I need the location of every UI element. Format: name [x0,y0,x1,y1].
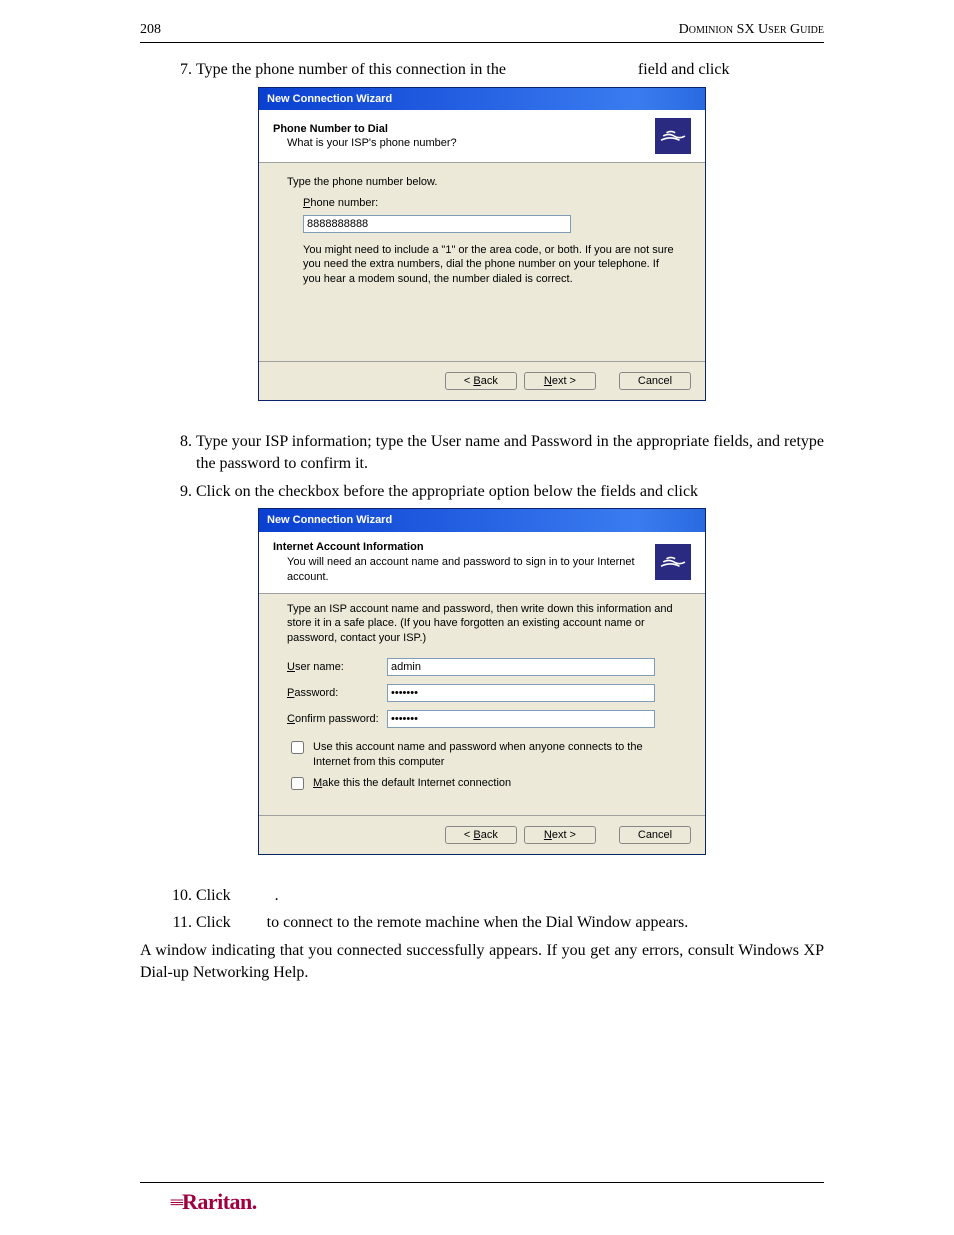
step-7-text-b: field and click [638,61,730,78]
step-11-text-a: Click [196,914,231,931]
logo-text: Raritan. [182,1189,257,1214]
step-11: Click to connect to the remote machine w… [196,912,824,934]
wizard-header-subtitle: You will need an account name and passwo… [273,555,655,585]
step-7-text-a: Type the phone number of this connection… [196,61,506,78]
step-7: Type the phone number of this connection… [196,59,824,81]
step-9: Click on the checkbox before the appropr… [196,481,824,503]
phone-number-label: hone number: [310,197,378,209]
use-account-checkbox[interactable] [291,741,304,754]
step-11-text-b: to connect to the remote machine when th… [267,914,689,931]
username-label: ser name: [295,661,344,673]
back-button[interactable]: < Back [445,826,517,844]
step-10-text-b: . [275,887,279,904]
guide-title: Dominion SX User Guide [679,22,824,38]
next-button[interactable]: Next > [524,826,596,844]
wizard-instruction: Type an ISP account name and password, t… [287,602,677,647]
default-connection-label: Make this the default Internet connectio… [313,776,511,791]
confirm-password-label: onfirm password: [295,713,379,725]
after-text: A window indicating that you connected s… [140,940,824,983]
phone-number-input[interactable] [303,215,571,233]
page-number: 208 [140,22,161,38]
wizard-instruction: Type the phone number below. [287,175,677,190]
raritan-logo: ≡≡Raritan. [170,1189,257,1215]
next-button[interactable]: Next > [524,372,596,390]
cancel-button[interactable]: Cancel [619,372,691,390]
cancel-button[interactable]: Cancel [619,826,691,844]
use-account-label: Use this account name and password when … [313,740,677,770]
back-button[interactable]: < Back [445,372,517,390]
wizard-phone-number: New Connection Wizard Phone Number to Di… [258,87,706,402]
step-10-text-a: Click [196,887,231,904]
wizard-note: You might need to include a "1" or the a… [303,243,677,286]
wizard-header-title: Internet Account Information [273,540,655,555]
default-connection-checkbox[interactable] [291,777,304,790]
wizard-titlebar: New Connection Wizard [259,88,705,111]
wizard-header-subtitle: What is your ISP's phone number? [273,136,655,151]
step-8: Type your ISP information; type the User… [196,431,824,474]
step-10: Click . [196,885,824,907]
connection-icon [655,544,691,580]
wizard-titlebar: New Connection Wizard [259,509,705,532]
confirm-password-input[interactable] [387,710,655,728]
wizard-header-title: Phone Number to Dial [273,122,655,137]
password-label: assword: [294,687,338,699]
username-input[interactable] [387,658,655,676]
password-input[interactable] [387,684,655,702]
connection-icon [655,118,691,154]
wizard-account-info: New Connection Wizard Internet Account I… [258,508,706,855]
